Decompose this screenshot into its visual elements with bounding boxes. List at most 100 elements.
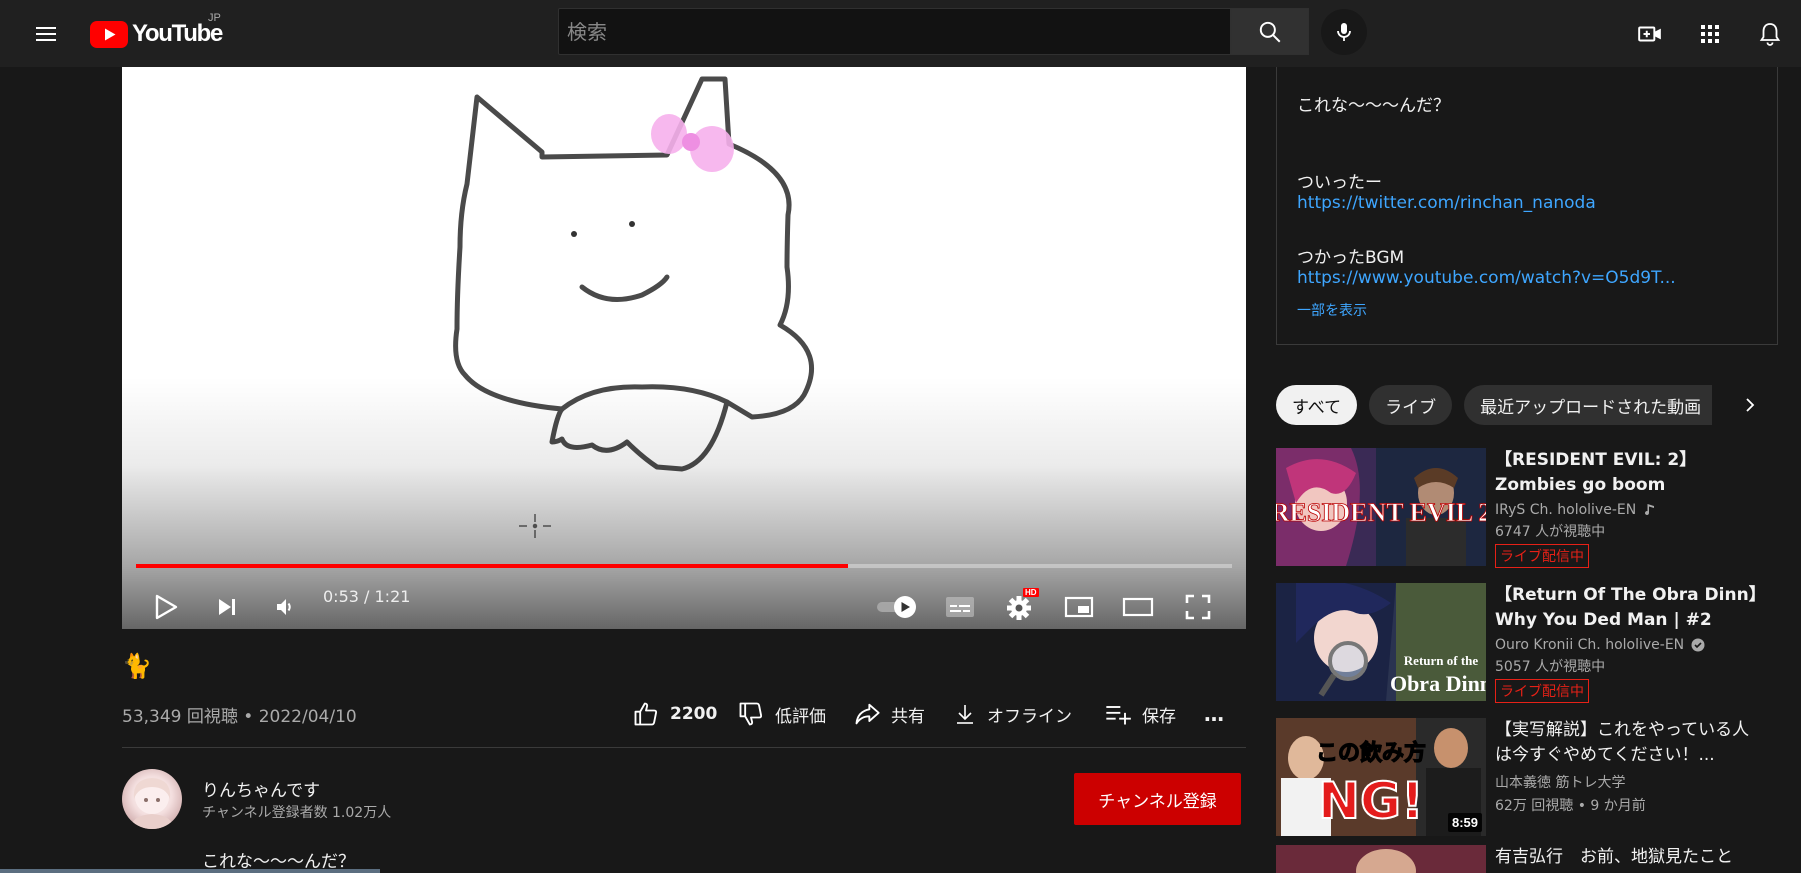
save-label: 保存 (1142, 706, 1176, 727)
recommendation-info: 有吉弘行 お前、地獄見たこと (1495, 845, 1765, 870)
description-line-1: これな～～～んだ？ (1297, 96, 1450, 116)
more-actions-button[interactable]: … (1204, 697, 1224, 731)
twitter-heading: ついったー (1297, 173, 1382, 193)
watching-count: 6747 人が視聴中 (1495, 524, 1606, 540)
view-count: 53,349 回視聴 (122, 707, 238, 727)
chips-next-button[interactable] (1730, 385, 1770, 425)
video-thumbnail[interactable]: RESIDENT EVIL 2 (1276, 448, 1486, 566)
thumbnail-text-line2: Obra Dinn (1390, 671, 1486, 696)
video-thumbnail[interactable]: この飲み方 NG! 8:59 (1276, 718, 1486, 836)
recommendation-title[interactable]: 【Return Of The Obra Dinn】Why You Ded Man… (1495, 583, 1765, 633)
microphone-icon (1337, 23, 1351, 41)
next-button[interactable] (205, 585, 249, 629)
time-display: 0:53 / 1:21 (323, 587, 410, 606)
thumbnail-image (1276, 845, 1486, 873)
upload-date: 2022/04/10 (258, 707, 357, 727)
youtube-play-logo-icon (90, 20, 128, 48)
view-count-and-age: 62万 回視聴 • 9 か月前 (1495, 798, 1646, 814)
view-count-and-date: 53,349 回視聴 • 2022/04/10 (122, 702, 357, 727)
autoplay-toggle-icon (877, 596, 916, 618)
twitter-link[interactable]: https://twitter.com/rinchan_nanoda (1297, 193, 1596, 213)
pink-bow-drawing (651, 114, 734, 172)
share-label: 共有 (891, 706, 925, 727)
chip-recently-uploaded[interactable]: 最近アップロードされた動画 (1464, 385, 1713, 425)
recommendation-title[interactable]: 【RESIDENT EVIL: 2】Zombies go boom (1495, 448, 1765, 498)
search-input[interactable] (559, 9, 1230, 54)
channel-name: 山本義徳 筋トレ大学 (1495, 775, 1626, 791)
video-duration: 8:59 (1447, 813, 1482, 832)
subscribe-button[interactable]: チャンネル登録 (1074, 773, 1241, 825)
total-time: 1:21 (374, 587, 411, 606)
youtube-logo[interactable]: YouTube (90, 16, 223, 52)
miniplayer-button[interactable] (1057, 585, 1101, 629)
progress-bar[interactable] (136, 564, 1232, 568)
logo-text: YouTube (132, 20, 223, 47)
video-frame-cat-drawing (453, 76, 814, 538)
video-thumbnail[interactable] (1276, 845, 1486, 873)
video-player[interactable]: 0:53 / 1:21 HD (122, 67, 1246, 629)
chip-live[interactable]: ライブ (1369, 385, 1453, 425)
subscriber-count: チャンネル登録者数 1.02万人 (202, 805, 392, 821)
channel-name[interactable]: りんちゃんです (202, 776, 320, 801)
fullscreen-button[interactable] (1176, 585, 1220, 629)
theater-mode-button[interactable] (1116, 585, 1160, 629)
bell-icon (1759, 23, 1781, 46)
show-less-button[interactable]: 一部を表示 (1297, 300, 1367, 320)
play-icon (155, 594, 178, 620)
channel-name: IRyS Ch. hololive-EN (1495, 502, 1637, 518)
recommendation-title[interactable]: 【実写解説】これをやっている人は今すぐやめてください！... (1495, 718, 1765, 768)
description-panel: これな～～～んだ？ ついったー https://twitter.com/rinc… (1276, 67, 1778, 345)
meta-separator: • (237, 707, 259, 727)
recommendation-item[interactable]: Return of the Obra Dinn 【Return Of The O… (1276, 583, 1786, 703)
chip-all[interactable]: すべて (1276, 385, 1358, 425)
recommendation-channel[interactable]: 山本義徳 筋トレ大学 (1495, 772, 1765, 792)
play-button[interactable] (144, 585, 188, 629)
music-note-icon (1645, 504, 1655, 516)
video-thumbnail[interactable]: Return of the Obra Dinn (1276, 583, 1486, 701)
share-arrow-icon (855, 703, 880, 725)
recommendation-item[interactable]: RESIDENT EVIL 2 【RESIDENT EVIL: 2】Zombie… (1276, 448, 1786, 568)
like-button[interactable]: 2200 (632, 697, 717, 731)
settings-button[interactable]: HD (997, 585, 1041, 629)
cursor-crosshair (519, 514, 551, 538)
subtitles-icon (946, 597, 974, 617)
channel-avatar[interactable] (122, 769, 182, 829)
notifications-button[interactable] (1750, 14, 1790, 54)
recommendation-item[interactable]: 有吉弘行 お前、地獄見たこと (1276, 845, 1786, 873)
watching-count: 5057 人が視聴中 (1495, 659, 1606, 675)
guide-menu-button[interactable] (22, 14, 70, 54)
search-box[interactable] (558, 8, 1231, 55)
recommendation-channel[interactable]: IRyS Ch. hololive-EN (1495, 502, 1765, 518)
voice-search-button[interactable] (1321, 9, 1367, 55)
mute-button[interactable] (263, 585, 307, 629)
download-icon (957, 705, 973, 724)
hamburger-menu-icon (36, 27, 56, 41)
live-badge: ライブ配信中 (1495, 679, 1589, 703)
playlist-add-icon (1106, 706, 1131, 725)
recommendation-channel[interactable]: Ouro Kronii Ch. hololive-EN (1495, 637, 1765, 653)
apps-button[interactable] (1690, 14, 1730, 54)
recommendation-info: 【実写解説】これをやっている人は今すぐやめてください！... 山本義徳 筋トレ大… (1495, 718, 1765, 815)
bgm-link[interactable]: https://www.youtube.com/watch?v=O5d9T... (1297, 268, 1676, 288)
video-camera-add-icon (1638, 26, 1661, 42)
subtitles-button[interactable] (938, 585, 982, 629)
apps-grid-icon (1701, 25, 1719, 43)
create-button[interactable] (1630, 14, 1670, 54)
channel-name: Ouro Kronii Ch. hololive-EN (1495, 637, 1685, 653)
thumbnail-text-line1: Return of the (1404, 653, 1479, 668)
offline-button[interactable]: オフライン (953, 697, 1072, 731)
search-button[interactable] (1231, 8, 1309, 55)
recommendation-item[interactable]: この飲み方 NG! 8:59 【実写解説】これをやっている人は今すぐやめてくださ… (1276, 718, 1786, 836)
bgm-heading: つかったBGM (1297, 248, 1405, 268)
hd-badge: HD (1023, 588, 1039, 597)
dislike-button[interactable]: 低評価 (737, 697, 826, 731)
save-button[interactable]: 保存 (1104, 697, 1176, 731)
more-actions-label: … (1204, 702, 1224, 726)
recommendation-title[interactable]: 有吉弘行 お前、地獄見たこと (1495, 845, 1765, 870)
share-button[interactable]: 共有 (853, 697, 925, 731)
autoplay-toggle[interactable] (872, 585, 922, 629)
horizontal-scrollbar[interactable] (0, 869, 380, 873)
video-title: 🐈 (122, 653, 152, 680)
recommendation-info: 【Return Of The Obra Dinn】Why You Ded Man… (1495, 583, 1765, 703)
thumbs-down-icon (739, 702, 763, 726)
